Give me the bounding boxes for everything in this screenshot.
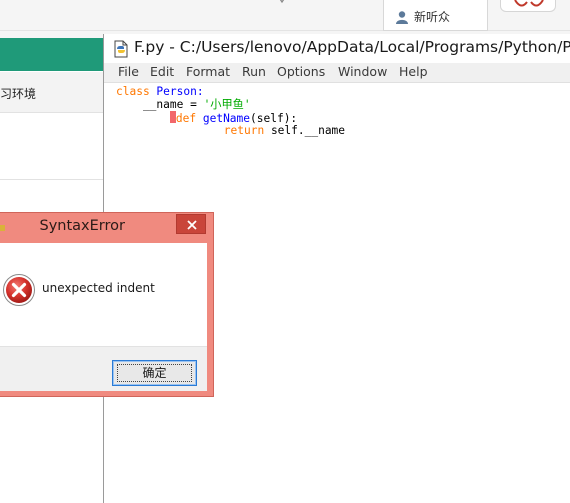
menu-run[interactable]: Run [240,64,268,79]
error-message: unexpected indent [42,281,155,295]
menu-edit[interactable]: Edit [148,64,176,79]
sidebar-item-environment[interactable]: 习环境 [0,72,104,113]
syntax-error-dialog: SyntaxError unexpected indent 确定 [0,212,214,397]
app-shortcut-button[interactable] [500,0,556,12]
keyword-return: return [223,124,265,137]
window-titlebar[interactable]: F.py - C:/Users/lenovo/AppData/Local/Pro… [104,34,570,63]
window-title: F.py - C:/Users/lenovo/AppData/Local/Pro… [134,38,570,56]
ok-button[interactable]: 确定 [112,360,197,386]
attribute-assignment: __name = [116,98,204,111]
class-name: Person: [149,85,204,98]
code-line-1: class Person: [116,85,204,98]
dialog-title: SyntaxError [39,218,125,234]
code-line-2: __name = '小甲鱼' [116,98,251,111]
menu-file[interactable]: File [116,64,141,79]
dialog-body: unexpected indent [0,243,207,346]
menu-window[interactable]: Window [336,64,389,79]
dialog-footer: 确定 [0,346,207,391]
code-line-4: return self.__name [116,124,345,137]
new-listener-tab[interactable]: 新听众 [383,0,488,31]
toolbar-fragment-icon [279,0,285,4]
string-literal: '小甲鱼' [203,98,251,111]
menu-options[interactable]: Options [275,64,327,79]
sidebar-divider [0,179,104,180]
sidebar-header-bar [0,38,104,71]
dialog-close-button[interactable] [176,214,206,234]
focus-ring [117,364,192,382]
sidebar-item-label: 习环境 [0,87,37,101]
menu-help[interactable]: Help [397,64,430,79]
error-icon [3,274,35,306]
close-icon [187,220,197,230]
app-logo-icon [514,0,544,7]
tab-label: 新听众 [414,10,451,24]
keyword-class: class [116,85,150,98]
return-expression: self.__name [264,124,346,137]
code-line-3: def getName(self): [116,111,297,125]
user-icon [396,11,408,24]
menu-format[interactable]: Format [184,64,232,79]
python-file-icon [114,40,128,58]
menu-bar: File Edit Format Run Options Window Help [104,63,570,83]
